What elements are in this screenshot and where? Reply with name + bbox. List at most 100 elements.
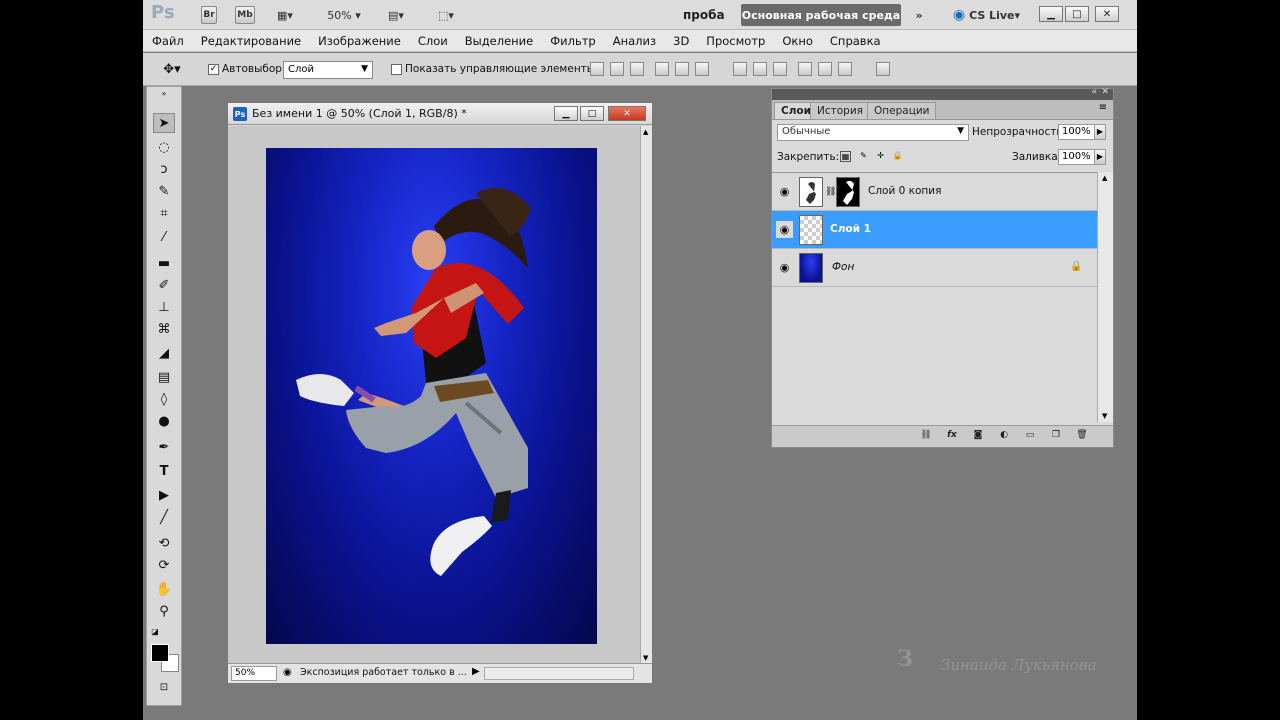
default-colors-icon[interactable]: ◪ [149,625,161,637]
gradient-tool-icon[interactable]: ▤ [153,367,175,387]
marquee-tool-icon[interactable]: ◌ [153,137,175,157]
pen-tool-icon[interactable]: ✒ [153,437,175,457]
add-mask-icon[interactable]: ◙ [970,430,986,444]
cs-live-button[interactable]: ◉ CS Live ▾ [953,6,1020,24]
screen-mode-icon[interactable]: ⬚▾ [429,6,463,24]
distribute-vcenter-icon[interactable] [753,62,767,76]
scroll-up-icon[interactable]: ▲ [643,128,648,136]
eyedropper-tool-icon[interactable]: ⁄ [153,227,175,247]
layer-row[interactable]: ◉ ⛓ Слой 0 копия [772,173,1097,211]
status-zoom-field[interactable]: 50% [231,666,277,681]
panel-collapse-icon[interactable]: » [153,89,175,98]
layer-mask-thumbnail[interactable] [836,177,860,207]
layer-row[interactable]: ◉ Фон 🔒 [772,249,1097,287]
blend-mode-select[interactable]: Обычные ▼ [777,124,969,141]
crop-tool-icon[interactable]: ⌗ [153,203,175,223]
horizontal-scrollbar[interactable] [484,667,634,680]
delete-layer-icon[interactable]: 🗑 [1074,430,1090,444]
move-tool-preset-icon[interactable]: ✥▾ [157,59,187,79]
lock-transparent-icon[interactable]: ▦ [840,151,851,162]
auto-align-layers-icon[interactable] [876,62,890,76]
layer-name[interactable]: Слой 1 [830,223,871,235]
scroll-down-icon[interactable]: ▼ [643,654,648,662]
healing-brush-tool-icon[interactable]: ▬ [153,253,175,273]
path-selection-tool-icon[interactable]: ▶ [153,485,175,505]
lock-position-icon[interactable]: ✛ [875,151,886,162]
menu-edit[interactable]: Редактирование [201,34,301,48]
more-workspaces-button[interactable]: » [909,6,929,24]
workspace-essentials-button[interactable]: Основная рабочая среда [741,4,901,26]
menu-image[interactable]: Изображение [318,34,401,48]
line-tool-icon[interactable]: ╱ [153,507,175,527]
distribute-top-icon[interactable] [733,62,747,76]
align-left-icon[interactable] [655,62,669,76]
bridge-button[interactable]: Br [201,6,217,24]
new-adjustment-layer-icon[interactable]: ◐ [996,430,1012,444]
document-canvas[interactable] [266,148,597,644]
blur-tool-icon[interactable]: ◊ [153,389,175,409]
menu-analysis[interactable]: Анализ [613,34,656,48]
panel-menu-icon[interactable]: ≡ [1099,102,1107,113]
distribute-left-icon[interactable] [798,62,812,76]
align-bottom-icon[interactable] [630,62,644,76]
align-top-icon[interactable] [590,62,604,76]
menu-window[interactable]: Окно [782,34,813,48]
visibility-eye-icon[interactable]: ◉ [776,183,793,200]
align-hcenter-icon[interactable] [675,62,689,76]
canvas-area[interactable] [228,126,640,664]
workspace-proba[interactable]: проба [683,6,725,24]
layer-row-selected[interactable]: ◉ Слой 1 [772,211,1097,249]
3d-rotate-tool-icon[interactable]: ⟲ [153,533,175,553]
status-info-icon[interactable]: ◉ [283,667,292,678]
lock-image-icon[interactable]: ✎ [858,151,869,162]
align-vcenter-icon[interactable] [610,62,624,76]
menu-view[interactable]: Просмотр [706,34,765,48]
align-right-icon[interactable] [695,62,709,76]
foreground-color-swatch[interactable] [151,644,169,662]
new-layer-icon[interactable]: ❐ [1048,430,1064,444]
menu-3d[interactable]: 3D [673,34,689,48]
quick-selection-tool-icon[interactable]: ✎ [153,181,175,201]
menu-help[interactable]: Справка [830,34,881,48]
layers-scrollbar[interactable]: ▲ ▼ [1097,172,1113,422]
dodge-tool-icon[interactable]: ● [153,411,175,431]
panel-close-icon[interactable]: ✕ [1101,87,1109,97]
tab-history[interactable]: История [810,102,870,119]
menu-layers[interactable]: Слои [418,34,448,48]
arrange-documents-icon[interactable]: ▤▾ [381,6,411,24]
3d-orbit-tool-icon[interactable]: ⟳ [153,555,175,575]
menu-file[interactable]: Файл [152,34,184,48]
distribute-right-icon[interactable] [838,62,852,76]
doc-maximize-icon[interactable]: □ [580,106,604,121]
layer-name[interactable]: Фон [832,261,854,273]
lasso-tool-icon[interactable]: ↄ [153,159,175,179]
link-layers-icon[interactable]: ⛓ [918,430,934,444]
history-brush-tool-icon[interactable]: ⌘ [153,319,175,339]
doc-close-icon[interactable]: ✕ [608,106,646,121]
zoom-level-dropdown[interactable]: 50% ▾ [323,6,365,24]
quick-mask-icon[interactable]: ⊡ [153,677,175,697]
scroll-down-icon[interactable]: ▼ [1102,412,1107,420]
document-titlebar[interactable]: Ps Без имени 1 @ 50% (Слой 1, RGB/8) * ▁… [228,103,652,125]
new-group-icon[interactable]: ▭ [1022,430,1038,444]
eraser-tool-icon[interactable]: ◢ [153,343,175,363]
show-transform-controls-checkbox[interactable] [391,64,402,75]
hand-tool-icon[interactable]: ✋ [153,579,175,599]
panel-header-strip[interactable]: « ✕ [772,87,1113,100]
distribute-hcenter-icon[interactable] [818,62,832,76]
brush-tool-icon[interactable]: ✐ [153,275,175,295]
status-menu-arrow-icon[interactable]: ▶ [472,666,480,677]
doc-minimize-icon[interactable]: ▁ [554,106,578,121]
vertical-scrollbar[interactable]: ▲ ▼ [640,126,652,664]
mini-bridge-button[interactable]: Mb [235,6,255,24]
scroll-up-icon[interactable]: ▲ [1102,174,1107,182]
autoselect-type-select[interactable]: Слой ▼ [283,61,373,79]
maximize-icon[interactable]: □ [1065,6,1089,22]
visibility-eye-icon[interactable]: ◉ [776,221,793,238]
lock-all-icon[interactable]: 🔒 [892,151,903,162]
fill-arrow-icon[interactable]: ▶ [1094,149,1106,165]
panel-collapse-icon[interactable]: « [1091,87,1097,97]
menu-filter[interactable]: Фильтр [550,34,596,48]
autoselect-checkbox[interactable]: ✓ [208,64,219,75]
zoom-tool-icon[interactable]: ⚲ [153,601,175,621]
